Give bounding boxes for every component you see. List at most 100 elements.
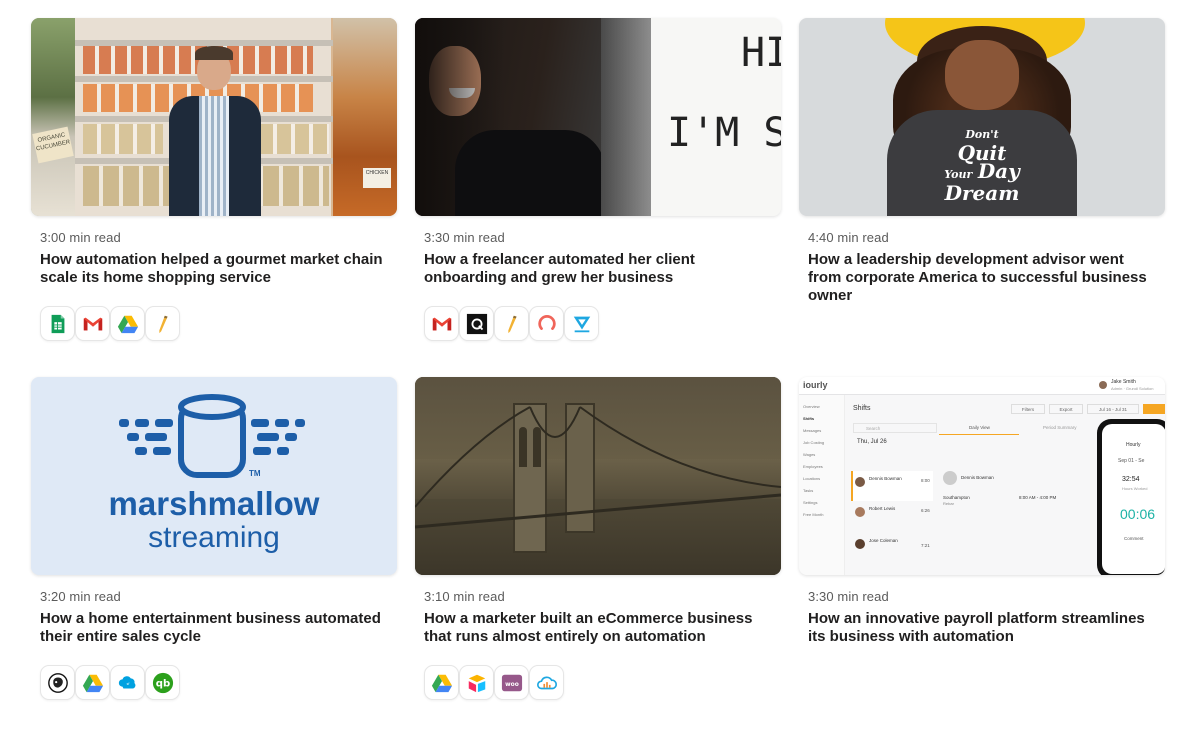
- read-time: 3:30 min read: [808, 589, 889, 604]
- trademark-symbol: TM: [249, 469, 261, 478]
- nav-locations[interactable]: Locations: [803, 473, 840, 485]
- phone-hours-label: Hours Worked: [1122, 486, 1148, 491]
- mailchimp-icon: [40, 665, 75, 700]
- ring-app-icon: [529, 306, 564, 341]
- nav-overview[interactable]: Overview: [803, 401, 840, 413]
- period-summary-tab[interactable]: Period Summary: [1043, 425, 1077, 430]
- shift-time: 8:00 AM - 4:00 PM: [1019, 495, 1057, 500]
- google-drive-icon: [75, 665, 110, 700]
- hourly-brand: iourly: [803, 380, 828, 390]
- card-title[interactable]: How a home entertainment business automa…: [40, 610, 390, 646]
- phone-comment[interactable]: Comment: [1124, 536, 1144, 541]
- nav-tasks[interactable]: Tasks: [803, 485, 840, 497]
- tshirt-text-line-3: Your: [944, 168, 973, 181]
- nav-employees[interactable]: Employees: [803, 461, 840, 473]
- app-icons: sf qb: [40, 665, 180, 700]
- shifts-title: Shifts: [853, 405, 871, 412]
- freelancer-image-text-hi: HI,: [741, 30, 781, 76]
- shift-avatar: [943, 471, 957, 485]
- gmail-icon: [424, 306, 459, 341]
- shift-sub: Rebar: [943, 501, 954, 506]
- export-button[interactable]: Export: [1049, 404, 1083, 414]
- card-title[interactable]: How a marketer built an eCommerce busine…: [424, 610, 774, 646]
- phone-date: Sep 01 - Se: [1118, 458, 1145, 464]
- salesforce-icon: sf: [110, 665, 145, 700]
- date-range-select[interactable]: Jul 16 - Jul 31: [1087, 404, 1139, 414]
- black-box-app-icon: [459, 306, 494, 341]
- employee-avatar: [855, 507, 865, 517]
- gourmet-market-image: ORGANIC CUCUMBER CHICKEN: [31, 18, 397, 216]
- read-time: 3:30 min read: [424, 230, 505, 245]
- card-title[interactable]: How a leadership development advisor wen…: [808, 251, 1158, 305]
- nav-shifts[interactable]: Shifts: [803, 413, 840, 425]
- case-study-card-home-entertainment[interactable]: TM marshmallow streaming 3:20 min read H…: [31, 377, 397, 736]
- freelancer-image-text-name: I'M SH: [667, 110, 781, 156]
- pencil-app-icon: [145, 306, 180, 341]
- shift-employee: Dennis Bowman: [961, 475, 994, 480]
- marshmallow-wordmark: marshmallow: [108, 485, 320, 522]
- nav-settings[interactable]: Settings: [803, 497, 840, 509]
- google-drive-icon: [110, 306, 145, 341]
- filters-button[interactable]: Filters: [1011, 404, 1045, 414]
- employee-name: Jose Coleman: [869, 538, 898, 543]
- add-shift-button[interactable]: [1143, 404, 1165, 414]
- marshmallow-streaming-logo-image: TM marshmallow streaming: [31, 377, 397, 575]
- user-name: Jake Smith: [1111, 379, 1136, 385]
- brooklyn-bridge-image: [415, 377, 781, 575]
- streaming-wordmark: streaming: [148, 521, 280, 554]
- employee-avatar: [855, 539, 865, 549]
- case-study-card-leadership[interactable]: Don't Quit Your Day Dream 4:40 min read …: [799, 18, 1165, 377]
- phone-mockup: Hourly Sep 01 - Se 32:54 Hours Worked 00…: [1097, 419, 1165, 575]
- user-role: Admin · Grundl Solution: [1111, 386, 1154, 391]
- current-date: Thu, Jul 26: [857, 439, 887, 445]
- pencil-app-icon: [494, 306, 529, 341]
- bridge-cables: [415, 406, 781, 529]
- case-study-card-freelancer[interactable]: HI, I'M SH 3:30 min read How a freelance…: [415, 18, 781, 377]
- active-tab-underline: [939, 434, 1019, 435]
- nav-free-month[interactable]: Free Month: [803, 509, 840, 521]
- phone-hours: 32:54: [1122, 476, 1140, 483]
- woocommerce-icon: woo: [494, 665, 529, 700]
- blue-v-app-icon: [564, 306, 599, 341]
- google-sheets-icon: [40, 306, 75, 341]
- employee-hours: 7:21: [921, 543, 930, 548]
- read-time: 3:00 min read: [40, 230, 121, 245]
- case-study-card-payroll[interactable]: iourly Jake Smith Admin · Grundl Solutio…: [799, 377, 1165, 736]
- phone-timer: 00:06: [1120, 506, 1156, 522]
- search-input[interactable]: Search: [853, 423, 937, 433]
- employee-name: Dennis Bowman: [869, 476, 902, 481]
- user-avatar: [1099, 381, 1107, 389]
- tshirt-text-line-4: Day: [977, 159, 1020, 183]
- app-icons: [424, 306, 599, 341]
- employee-avatar: [855, 477, 865, 487]
- employee-hours: 8:00: [921, 478, 930, 483]
- google-drive-icon: [424, 665, 459, 700]
- read-time: 4:40 min read: [808, 230, 889, 245]
- card-title[interactable]: How a freelancer automated her client on…: [424, 251, 774, 287]
- card-title[interactable]: How automation helped a gourmet market c…: [40, 251, 390, 287]
- read-time: 3:10 min read: [424, 589, 505, 604]
- employee-name: Robert Lewis: [869, 506, 896, 511]
- freelancer-image: HI, I'M SH: [415, 18, 781, 216]
- svg-text:qb: qb: [155, 678, 169, 689]
- nav-job-costing[interactable]: Job Costing: [803, 437, 840, 449]
- phone-title: Hourly: [1126, 442, 1141, 448]
- quickbooks-icon: qb: [145, 665, 180, 700]
- cloud-upload-icon: [529, 665, 564, 700]
- gmail-icon: [75, 306, 110, 341]
- nav-wages[interactable]: Wages: [803, 449, 840, 461]
- employee-hours: 6:26: [921, 508, 930, 513]
- case-study-card-gourmet-market[interactable]: ORGANIC CUCUMBER CHICKEN 3:00 min read Ho…: [31, 18, 397, 377]
- daily-view-tab[interactable]: Daily View: [969, 425, 990, 430]
- app-icons: woo: [424, 665, 564, 700]
- app-icons: [40, 306, 180, 341]
- nav-messages[interactable]: Messages: [803, 425, 840, 437]
- case-study-grid: ORGANIC CUCUMBER CHICKEN 3:00 min read Ho…: [31, 18, 1165, 736]
- card-title[interactable]: How an innovative payroll platform strea…: [808, 610, 1158, 646]
- leadership-advisor-image: Don't Quit Your Day Dream: [799, 18, 1165, 216]
- case-study-card-marketer[interactable]: 3:10 min read How a marketer built an eC…: [415, 377, 781, 736]
- side-nav: Overview Shifts Messages Job Costing Wag…: [799, 395, 845, 575]
- payroll-app-screenshot: iourly Jake Smith Admin · Grundl Solutio…: [799, 377, 1165, 575]
- tshirt-text-line-5: Dream: [944, 181, 1020, 205]
- read-time: 3:20 min read: [40, 589, 121, 604]
